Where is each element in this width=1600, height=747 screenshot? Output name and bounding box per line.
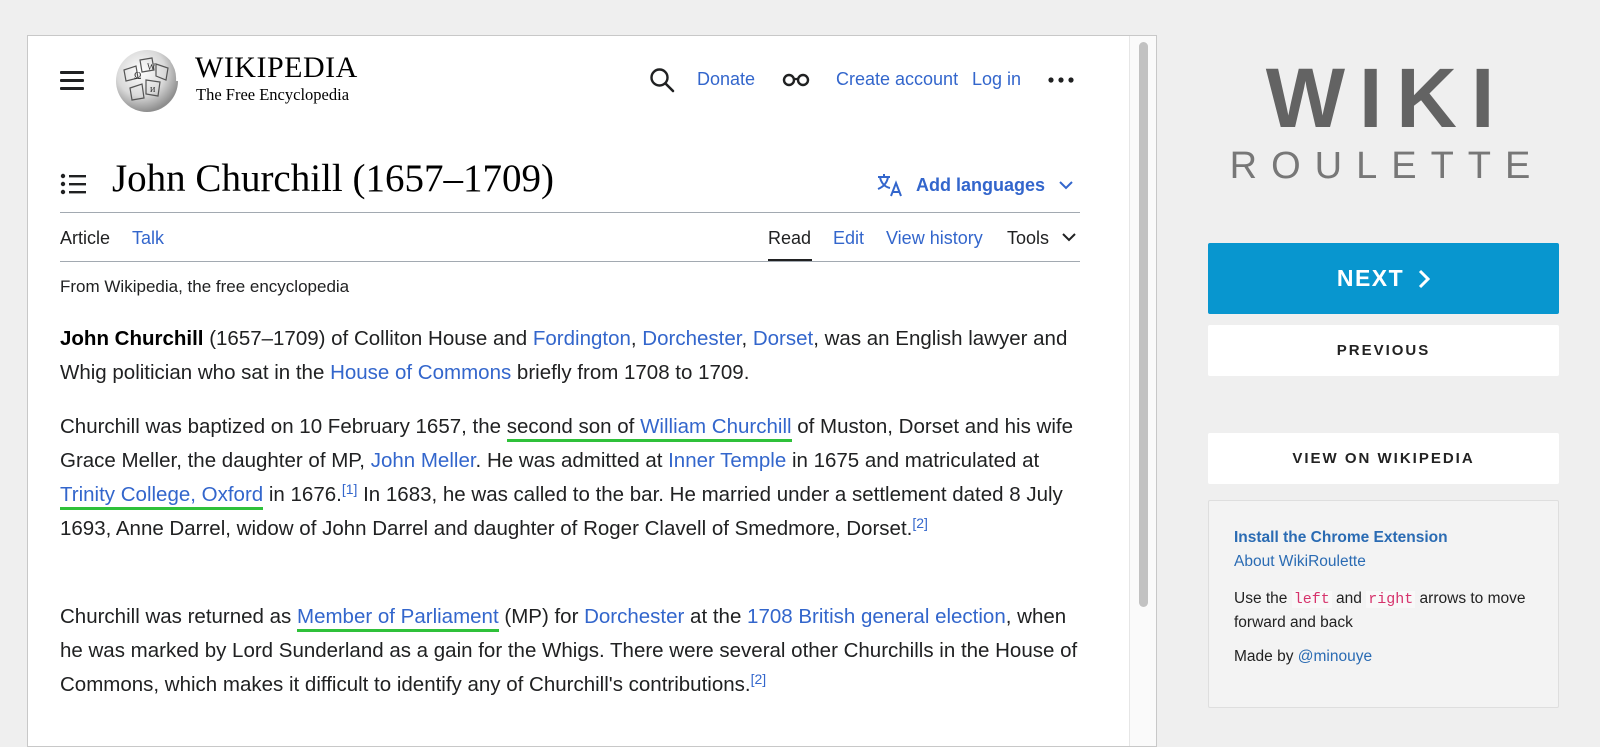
brand-logo-wiki: WIKI (1265, 51, 1509, 145)
reference-2[interactable]: [2] (912, 515, 928, 531)
more-options-icon[interactable] (1046, 70, 1076, 90)
link-dorset[interactable]: Dorset (753, 327, 813, 350)
chevron-down-icon[interactable] (1062, 232, 1076, 242)
install-extension-link[interactable]: Install the Chrome Extension (1234, 529, 1448, 547)
link-trinity-college-oxford[interactable]: Trinity College, Oxford (60, 483, 264, 510)
link-inner-temple[interactable]: Inner Temple (668, 449, 786, 472)
svg-text:Ω: Ω (134, 71, 141, 82)
reading-glasses-icon[interactable] (782, 73, 810, 87)
next-button[interactable]: NEXT (1208, 243, 1559, 314)
link-1708-british-general-election[interactable]: 1708 British general election (747, 605, 1006, 628)
author-link[interactable]: @minouye (1298, 648, 1372, 665)
svg-text:и: и (150, 84, 156, 95)
keyboard-help-text: Use the left and right arrows to move fo… (1234, 590, 1526, 631)
chevron-right-icon (1419, 269, 1431, 288)
translate-icon (877, 174, 902, 197)
tab-edit[interactable]: Edit (833, 228, 864, 249)
wikipedia-frame: Ω W и WIKIPEDIA The Free Encyclopedia Do… (27, 35, 1157, 747)
link-john-meller[interactable]: John Meller (371, 449, 476, 472)
brand-logo-roulette: ROULETTE (1229, 145, 1545, 187)
view-on-wikipedia-button[interactable]: VIEW ON WIKIPEDIA (1208, 433, 1559, 484)
reference-2[interactable]: [2] (751, 671, 767, 687)
donate-link[interactable]: Donate (697, 69, 755, 90)
search-icon[interactable] (649, 67, 675, 93)
info-box: Install the Chrome Extension About WikiR… (1208, 500, 1559, 708)
article-subject: John Churchill (60, 327, 204, 350)
tab-talk[interactable]: Talk (132, 228, 164, 249)
add-languages-label: Add languages (916, 174, 1046, 195)
about-link[interactable]: About WikiRoulette (1234, 553, 1366, 571)
tab-article[interactable]: Article (60, 228, 110, 249)
article-paragraph: Churchill was returned as Member of Parl… (60, 605, 1078, 696)
wikipedia-tagline: The Free Encyclopedia (196, 85, 350, 104)
article-paragraph: Churchill was baptized on 10 February 16… (60, 415, 1073, 540)
tabs-divider (60, 261, 1080, 262)
link-fordington[interactable]: Fordington (533, 327, 631, 350)
next-label: NEXT (1336, 265, 1405, 291)
wikipedia-globe-logo[interactable]: Ω W и (114, 48, 180, 114)
link-william-churchill[interactable]: William Churchill (640, 415, 792, 438)
link-dorchester[interactable]: Dorchester (584, 605, 684, 628)
highlighted-phrase: second son of William Churchill (506, 415, 792, 442)
main-menu-icon[interactable] (60, 71, 84, 90)
link-house-of-commons[interactable]: House of Commons (330, 361, 511, 384)
link-member-of-parliament[interactable]: Member of Parliament (297, 605, 499, 632)
table-of-contents-icon[interactable] (60, 172, 86, 196)
made-by-text: Made by @minouye (1234, 648, 1373, 665)
page-title: John Churchill (1657–1709) (112, 157, 554, 200)
tab-view-history[interactable]: View history (886, 228, 983, 249)
frame-scrollbar[interactable] (1129, 36, 1156, 746)
tab-read[interactable]: Read (768, 228, 811, 249)
wikipedia-wordmark[interactable]: WIKIPEDIA (195, 51, 358, 85)
svg-text:W: W (147, 62, 156, 72)
chevron-down-icon (1059, 181, 1073, 190)
create-account-link[interactable]: Create account (836, 69, 958, 90)
key-left: left (1291, 591, 1332, 608)
scrollbar-thumb[interactable] (1139, 42, 1148, 607)
log-in-link[interactable]: Log in (972, 69, 1021, 90)
site-subtitle: From Wikipedia, the free encyclopedia (60, 277, 350, 296)
reference-1[interactable]: [1] (342, 481, 358, 497)
article-paragraph: John Churchill (1657–1709) of Colliton H… (60, 327, 1068, 384)
link-dorchester[interactable]: Dorchester (642, 327, 741, 350)
key-right: right (1366, 591, 1416, 608)
add-languages-button[interactable]: Add languages (876, 172, 1073, 198)
tab-tools[interactable]: Tools (1007, 228, 1049, 249)
previous-button[interactable]: PREVIOUS (1208, 325, 1559, 376)
title-divider (60, 212, 1080, 213)
